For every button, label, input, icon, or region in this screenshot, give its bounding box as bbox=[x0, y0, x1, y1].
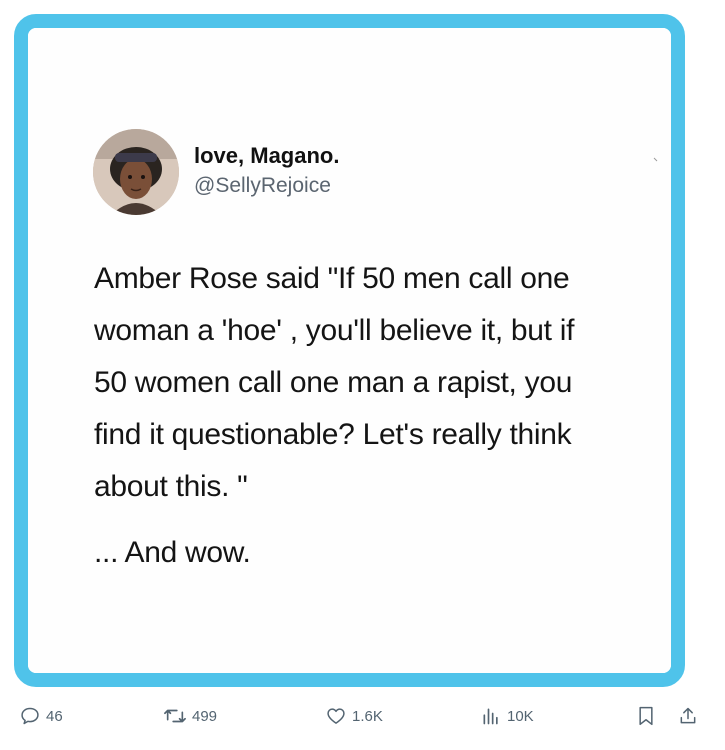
retweet-icon bbox=[164, 706, 186, 726]
views-icon bbox=[481, 706, 501, 726]
like-button[interactable]: 1.6K bbox=[326, 706, 383, 726]
action-bar: 46 499 1.6K 10K bbox=[0, 700, 725, 736]
reply-button[interactable]: 46 bbox=[20, 706, 63, 726]
views-count: 10K bbox=[507, 707, 534, 725]
screenshot-card: love, Magano. @SellyRejoice Amber Rose s… bbox=[28, 28, 671, 673]
bookmark-icon bbox=[637, 706, 655, 726]
share-icon bbox=[678, 706, 698, 726]
bookmark-button[interactable] bbox=[637, 706, 655, 726]
share-button[interactable] bbox=[678, 706, 698, 726]
heart-icon bbox=[326, 706, 346, 726]
avatar-image bbox=[93, 129, 179, 215]
tweet-page: love, Magano. @SellyRejoice Amber Rose s… bbox=[0, 0, 725, 750]
like-count: 1.6K bbox=[352, 707, 383, 725]
author-handle: @SellyRejoice bbox=[194, 174, 331, 197]
reply-count: 46 bbox=[46, 707, 63, 725]
tweet-line: Amber Rose said "If 50 men call one bbox=[94, 262, 570, 295]
tweet-line: 50 women call one man a rapist, you bbox=[94, 366, 573, 399]
tweet-line: about this. " bbox=[94, 470, 248, 503]
retweet-count: 499 bbox=[192, 707, 218, 725]
views-button[interactable]: 10K bbox=[481, 706, 534, 726]
tweet-image[interactable]: love, Magano. @SellyRejoice Amber Rose s… bbox=[14, 14, 685, 687]
tweet-tail: ... And wow. bbox=[94, 536, 251, 569]
tweet-line: woman a 'hoe' , you'll believe it, but i… bbox=[94, 314, 575, 347]
tweet-body: Amber Rose said "If 50 men call one woma… bbox=[94, 253, 664, 513]
chevron-icon bbox=[653, 155, 659, 162]
reply-icon bbox=[20, 706, 40, 726]
avatar bbox=[93, 129, 179, 215]
tweet-line: find it questionable? Let's really think bbox=[94, 418, 572, 451]
author-name: love, Magano. bbox=[194, 143, 340, 168]
retweet-button[interactable]: 499 bbox=[164, 706, 217, 726]
